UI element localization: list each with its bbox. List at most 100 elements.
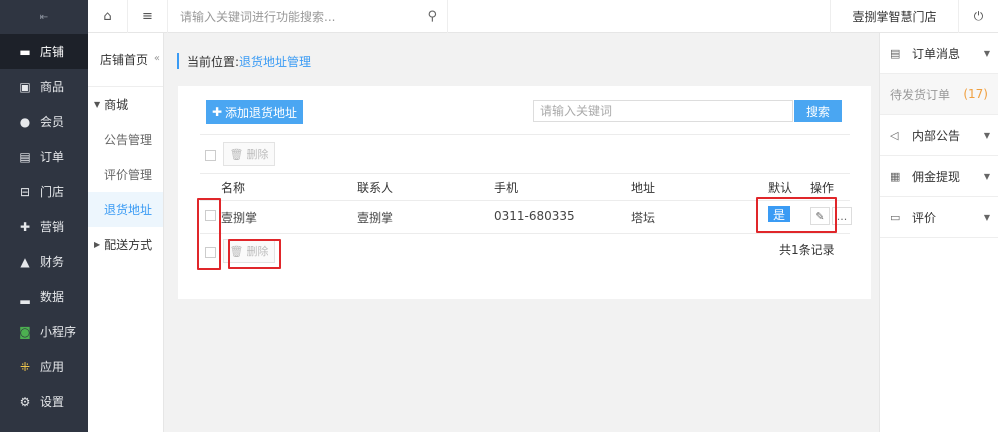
function-search-placeholder: 请输入关键词进行功能搜索... xyxy=(180,9,336,24)
home-button[interactable]: ⌂ xyxy=(88,0,128,33)
cell-address: 塔坛 xyxy=(631,211,656,225)
trash-icon: 🗑 xyxy=(229,147,244,161)
commission-label: 佣金提现 xyxy=(912,169,961,184)
cell-name: 壹捌掌 xyxy=(221,211,258,225)
sidebar-collapse-button[interactable]: ⇤ xyxy=(0,0,88,34)
goods-icon: ▣ xyxy=(19,79,31,94)
sidebar-item-miniapp[interactable]: ◙ 小程序 xyxy=(0,314,88,349)
divider xyxy=(200,134,850,135)
sidebar-item-label: 会员 xyxy=(40,115,65,129)
sidebar-item-label: 订单 xyxy=(40,150,65,164)
store-icon: ▬ xyxy=(19,44,31,59)
caret-down-icon: ▼ xyxy=(94,100,101,109)
caret-right-icon: ▶ xyxy=(94,240,101,249)
double-chevron-left-icon[interactable]: « xyxy=(154,53,160,64)
sidebar-item-label: 财务 xyxy=(40,255,65,269)
content-card: ✚ 添加退货地址 搜索 🗑删除 名称 联系人 手机 地址 默认 操作 壹捌掌 壹… xyxy=(178,86,871,299)
gift-icon: ✚ xyxy=(19,219,31,234)
record-total: 共1条记录 xyxy=(779,243,835,257)
pending-label: 待发货订单 xyxy=(890,87,951,102)
sidebar-item-shop[interactable]: ⊟ 门店 xyxy=(0,174,88,209)
plus-icon: ✚ xyxy=(211,105,223,119)
caret-down-icon: ▼ xyxy=(983,212,990,222)
column-header-phone: 手机 xyxy=(494,181,519,195)
sidebar-item-settings[interactable]: ⚙ 设置 xyxy=(0,384,88,419)
top-bar: ⌂ ≡ 请输入关键词进行功能搜索... ⚲ 壹捌掌智慧门店 ⏻ xyxy=(88,0,998,33)
select-all-checkbox-top[interactable] xyxy=(205,150,216,161)
divider xyxy=(200,200,850,201)
main-sidebar: ⇤ ▬ 店铺 ▣ 商品 ● 会员 ▤ 订单 ⊟ 门店 ✚ 营销 ▲ 财务 ▂ 数据 ◙ 小程序 ⁜… xyxy=(0,0,88,432)
search-icon[interactable]: ⚲ xyxy=(427,9,437,24)
breadcrumb-prefix: 当前位置: xyxy=(187,54,240,69)
caret-down-icon: ▼ xyxy=(983,171,990,181)
subnav-home[interactable]: 店铺首页 « xyxy=(88,33,163,87)
apps-icon: ⁜ xyxy=(19,359,31,374)
store-name[interactable]: 壹捌掌智慧门店 xyxy=(830,0,958,33)
subnav-link-return-address[interactable]: 退货地址 xyxy=(88,192,163,227)
commission-withdraw[interactable]: ▦ 佣金提现 ▼ xyxy=(880,156,998,197)
add-return-address-button[interactable]: ✚ 添加退货地址 xyxy=(206,100,303,124)
menu-button[interactable]: ≡ xyxy=(128,0,168,33)
comment-icon: ▭ xyxy=(890,210,901,224)
sidebar-item-store[interactable]: ▬ 店铺 xyxy=(0,34,88,69)
cell-contact: 壹捌掌 xyxy=(357,211,394,225)
order-icon: ▤ xyxy=(19,149,31,164)
sub-nav: 店铺首页 « ▼ 商城 公告管理 评价管理 退货地址 ▶ 配送方式 xyxy=(88,33,164,432)
sidebar-item-marketing[interactable]: ✚ 营销 xyxy=(0,209,88,244)
sidebar-item-order[interactable]: ▤ 订单 xyxy=(0,139,88,174)
sidebar-item-label: 小程序 xyxy=(40,325,77,339)
column-header-actions: 操作 xyxy=(810,181,835,195)
finance-icon: ▲ xyxy=(20,254,30,269)
subnav-group-mall[interactable]: ▼ 商城 xyxy=(88,87,163,122)
order-messages[interactable]: ▤ 订单消息 ▼ xyxy=(880,33,998,74)
document-icon: ▤ xyxy=(890,46,901,60)
divider xyxy=(200,173,850,174)
function-search-input[interactable]: 请输入关键词进行功能搜索... ⚲ xyxy=(168,0,448,33)
sidebar-item-member[interactable]: ● 会员 xyxy=(0,104,88,139)
divider xyxy=(200,233,850,234)
add-button-label: 添加退货地址 xyxy=(225,105,298,120)
breadcrumb-current[interactable]: 退货地址管理 xyxy=(239,53,311,70)
chart-icon: ▂ xyxy=(20,289,30,304)
caret-down-icon: ▼ xyxy=(983,130,990,140)
internal-notice[interactable]: ◁ 内部公告 ▼ xyxy=(880,115,998,156)
member-icon: ● xyxy=(19,114,31,129)
shop-icon: ⊟ xyxy=(19,184,31,199)
breadcrumb: 当前位置: 退货地址管理 xyxy=(177,53,311,69)
sidebar-item-data[interactable]: ▂ 数据 xyxy=(0,279,88,314)
highlight-box-actions xyxy=(756,197,837,233)
highlight-box-checkboxes xyxy=(197,198,221,270)
column-header-address: 地址 xyxy=(631,181,656,195)
pending-count: (17) xyxy=(963,87,988,101)
search-button[interactable]: 搜索 xyxy=(794,100,842,122)
collapse-icon: ⇤ xyxy=(39,11,49,23)
pending-shipment-orders[interactable]: 待发货订单 (17) xyxy=(880,74,998,115)
sidebar-item-label: 商品 xyxy=(40,80,65,94)
sidebar-item-label: 应用 xyxy=(40,360,65,374)
subnav-link-notice[interactable]: 公告管理 xyxy=(88,122,163,157)
speaker-icon: ◁ xyxy=(890,128,899,142)
column-header-contact: 联系人 xyxy=(357,181,394,195)
keyword-search-input[interactable] xyxy=(533,100,793,122)
sidebar-item-apps[interactable]: ⁜ 应用 xyxy=(0,349,88,384)
sidebar-item-goods[interactable]: ▣ 商品 xyxy=(0,69,88,104)
column-header-name: 名称 xyxy=(221,181,246,195)
delete-button-top[interactable]: 🗑 删除 xyxy=(223,142,275,166)
subnav-group-label: 配送方式 xyxy=(104,238,153,252)
menu-icon: ≡ xyxy=(142,8,153,24)
order-messages-label: 订单消息 xyxy=(912,46,961,61)
sidebar-item-finance[interactable]: ▲ 财务 xyxy=(0,244,88,279)
subnav-link-review[interactable]: 评价管理 xyxy=(88,157,163,192)
sidebar-item-label: 数据 xyxy=(40,290,65,304)
column-header-default: 默认 xyxy=(768,181,793,195)
caret-down-icon: ▼ xyxy=(983,48,990,58)
reviews[interactable]: ▭ 评价 ▼ xyxy=(880,197,998,238)
internal-notice-label: 内部公告 xyxy=(912,128,961,143)
sidebar-item-label: 营销 xyxy=(40,220,65,234)
cell-phone: 0311-680335 xyxy=(494,209,575,223)
subnav-group-delivery[interactable]: ▶ 配送方式 xyxy=(88,227,163,262)
subnav-home-label: 店铺首页 xyxy=(100,53,149,67)
power-icon[interactable]: ⏻ xyxy=(958,0,998,33)
reviews-label: 评价 xyxy=(912,210,937,225)
home-icon: ⌂ xyxy=(103,8,112,24)
